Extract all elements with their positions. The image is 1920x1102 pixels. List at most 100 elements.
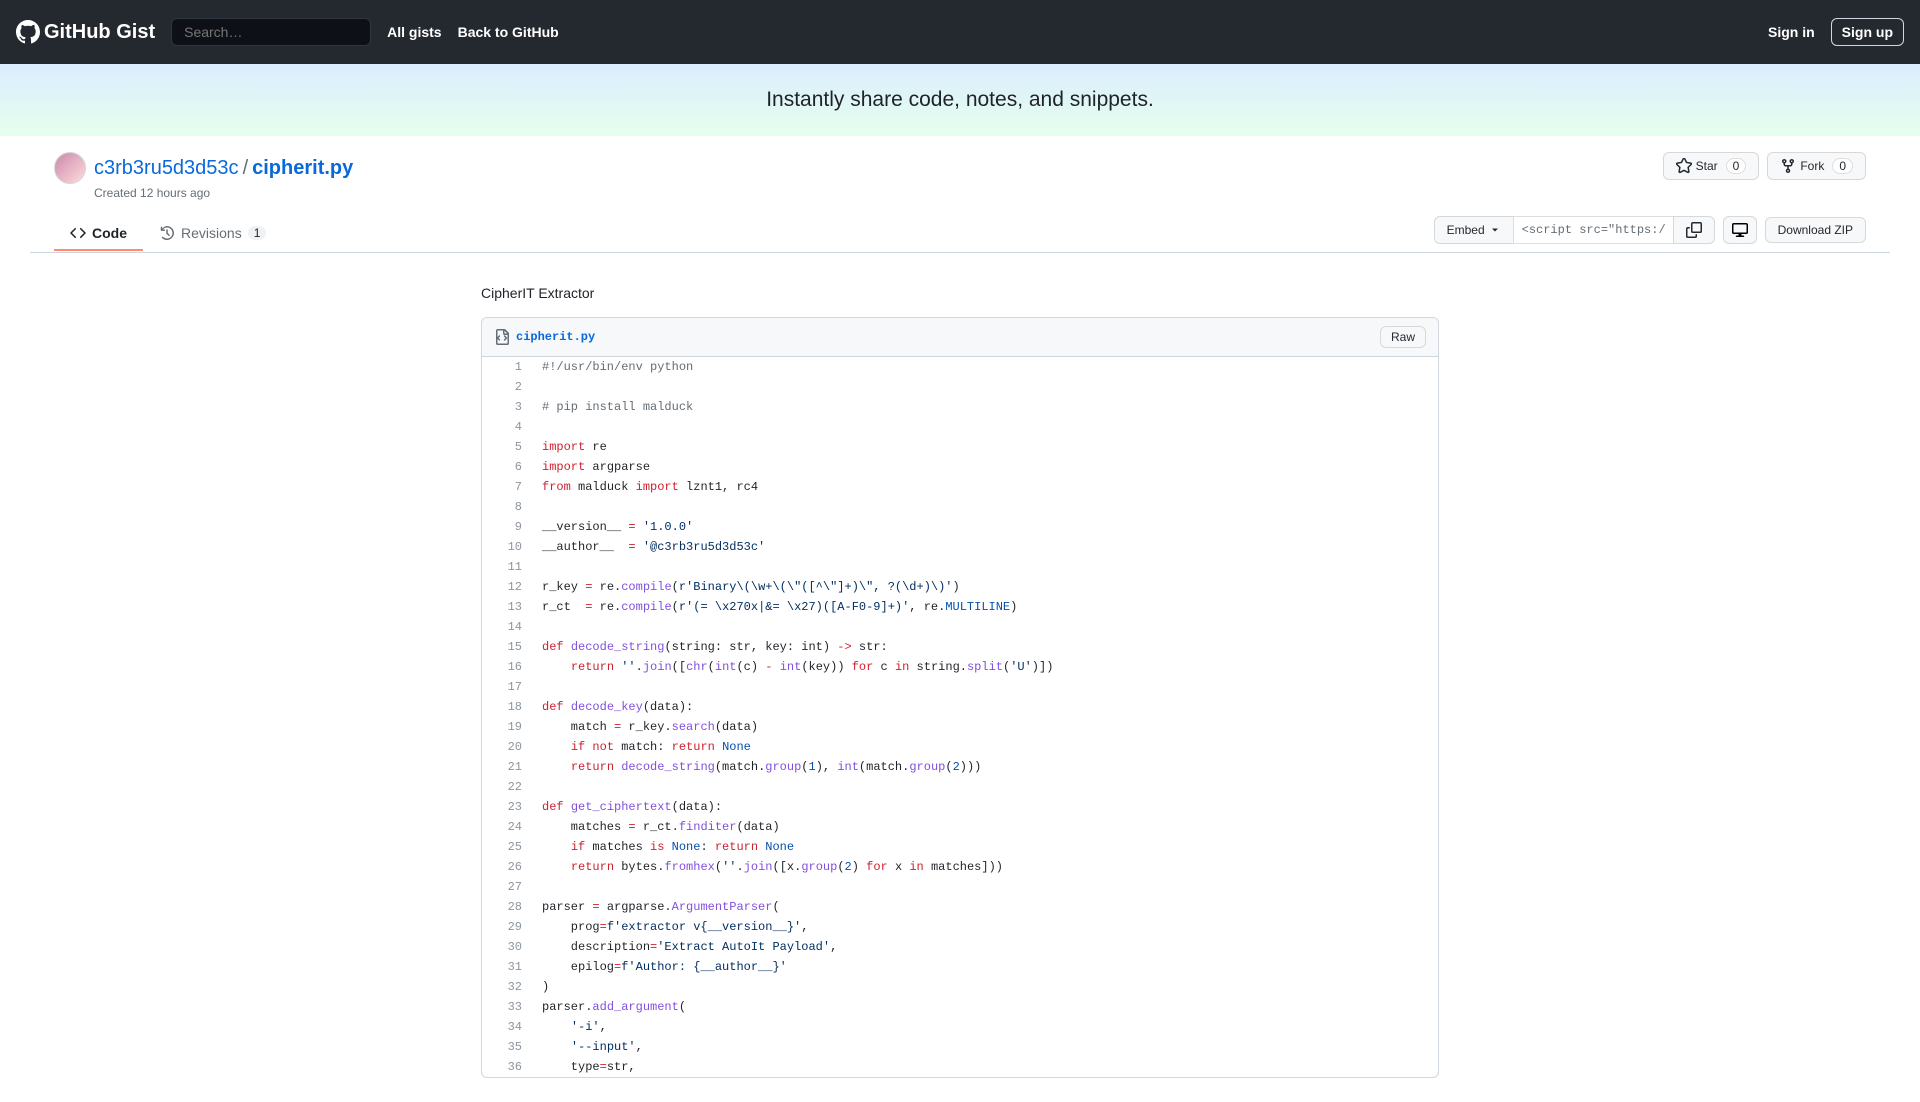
line-content: parser.add_argument(: [532, 997, 1438, 1017]
line-number[interactable]: 21: [482, 757, 532, 777]
search-input[interactable]: [171, 18, 371, 46]
line-number[interactable]: 16: [482, 657, 532, 677]
copy-icon: [1686, 222, 1702, 238]
line-content: def decode_string(string: str, key: int)…: [532, 637, 1438, 657]
line-number[interactable]: 3: [482, 397, 532, 417]
line-number[interactable]: 13: [482, 597, 532, 617]
line-number[interactable]: 18: [482, 697, 532, 717]
line-number[interactable]: 1: [482, 357, 532, 377]
code-line: 16 return ''.join([chr(int(c) - int(key)…: [482, 657, 1438, 677]
download-zip-button[interactable]: Download ZIP: [1765, 217, 1866, 243]
line-content: from malduck import lznt1, rc4: [532, 477, 1438, 497]
code-line: 15def decode_string(string: str, key: in…: [482, 637, 1438, 657]
file-name-link[interactable]: cipherit.py: [516, 330, 595, 344]
line-number[interactable]: 26: [482, 857, 532, 877]
line-number[interactable]: 8: [482, 497, 532, 517]
line-number[interactable]: 9: [482, 517, 532, 537]
line-number[interactable]: 4: [482, 417, 532, 437]
embed-dropdown[interactable]: Embed: [1434, 216, 1513, 244]
code-line: 32): [482, 977, 1438, 997]
line-number[interactable]: 15: [482, 637, 532, 657]
line-number[interactable]: 35: [482, 1037, 532, 1057]
star-count: 0: [1726, 158, 1747, 174]
line-number[interactable]: 19: [482, 717, 532, 737]
line-number[interactable]: 23: [482, 797, 532, 817]
line-number[interactable]: 30: [482, 937, 532, 957]
line-number[interactable]: 17: [482, 677, 532, 697]
line-content: '--input',: [532, 1037, 1438, 1057]
line-number[interactable]: 28: [482, 897, 532, 917]
desktop-icon: [1732, 222, 1748, 238]
created-timestamp: Created 12 hours ago: [94, 186, 353, 200]
line-content: r_key = re.compile(r'Binary\(\w+\(\"([^\…: [532, 577, 1438, 597]
code-line: 17: [482, 677, 1438, 697]
line-content: if matches is None: return None: [532, 837, 1438, 857]
line-number[interactable]: 5: [482, 437, 532, 457]
sign-up-button[interactable]: Sign up: [1831, 18, 1904, 46]
line-number[interactable]: 11: [482, 557, 532, 577]
line-number[interactable]: 32: [482, 977, 532, 997]
tab-code[interactable]: Code: [54, 217, 143, 251]
tab-revisions[interactable]: Revisions 1: [143, 217, 282, 251]
code-table: 1#!/usr/bin/env python2 3# pip install m…: [482, 357, 1438, 1077]
line-number[interactable]: 31: [482, 957, 532, 977]
line-content: epilog=f'Author: {__author__}': [532, 957, 1438, 977]
line-number[interactable]: 36: [482, 1057, 532, 1077]
avatar[interactable]: [54, 152, 86, 184]
line-number[interactable]: 7: [482, 477, 532, 497]
line-number[interactable]: 14: [482, 617, 532, 637]
line-number[interactable]: 24: [482, 817, 532, 837]
gist-name-link[interactable]: cipherit.py: [252, 157, 353, 179]
code-line: 25 if matches is None: return None: [482, 837, 1438, 857]
code-line: 12r_key = re.compile(r'Binary\(\w+\(\"([…: [482, 577, 1438, 597]
star-button[interactable]: Star 0: [1663, 152, 1760, 180]
line-number[interactable]: 10: [482, 537, 532, 557]
line-content: [532, 497, 1438, 517]
line-number[interactable]: 34: [482, 1017, 532, 1037]
line-number[interactable]: 12: [482, 577, 532, 597]
fork-button[interactable]: Fork 0: [1767, 152, 1866, 180]
owner-link[interactable]: c3rb3ru5d3d53c: [94, 157, 239, 179]
code-line: 26 return bytes.fromhex(''.join([x.group…: [482, 857, 1438, 877]
line-number[interactable]: 27: [482, 877, 532, 897]
line-number[interactable]: 25: [482, 837, 532, 857]
desktop-button[interactable]: [1723, 216, 1757, 244]
line-content: [532, 377, 1438, 397]
line-number[interactable]: 33: [482, 997, 532, 1017]
code-line: 33parser.add_argument(: [482, 997, 1438, 1017]
nav-all-gists[interactable]: All gists: [387, 24, 441, 40]
code-icon: [70, 225, 86, 241]
code-line: 4: [482, 417, 1438, 437]
line-number[interactable]: 2: [482, 377, 532, 397]
code-line: 19 match = r_key.search(data): [482, 717, 1438, 737]
file-code-icon: [494, 329, 510, 345]
line-content: type=str,: [532, 1057, 1438, 1077]
sign-in-link[interactable]: Sign in: [1768, 24, 1815, 40]
line-number[interactable]: 29: [482, 917, 532, 937]
copy-url-button[interactable]: [1673, 216, 1715, 244]
line-content: return ''.join([chr(int(c) - int(key)) f…: [532, 657, 1438, 677]
code-line: 35 '--input',: [482, 1037, 1438, 1057]
line-number[interactable]: 20: [482, 737, 532, 757]
code-line: 24 matches = r_ct.finditer(data): [482, 817, 1438, 837]
line-content: def get_ciphertext(data):: [532, 797, 1438, 817]
line-content: __version__ = '1.0.0': [532, 517, 1438, 537]
line-content: prog=f'extractor v{__version__}',: [532, 917, 1438, 937]
star-label: Star: [1696, 159, 1718, 173]
code-line: 22: [482, 777, 1438, 797]
history-icon: [159, 225, 175, 241]
raw-button[interactable]: Raw: [1380, 326, 1426, 348]
line-number[interactable]: 22: [482, 777, 532, 797]
code-line: 2: [482, 377, 1438, 397]
nav-back-to-github[interactable]: Back to GitHub: [458, 24, 559, 40]
gist-logo[interactable]: GitHub Gist: [16, 20, 155, 44]
line-content: [532, 677, 1438, 697]
code-line: 29 prog=f'extractor v{__version__}',: [482, 917, 1438, 937]
revisions-count: 1: [248, 226, 267, 240]
line-number[interactable]: 6: [482, 457, 532, 477]
line-content: r_ct = re.compile(r'(= \x270x|&= \x27)([…: [532, 597, 1438, 617]
embed-url-input[interactable]: [1513, 216, 1673, 244]
line-content: __author__ = '@c3rb3ru5d3d53c': [532, 537, 1438, 557]
file-header: cipherit.py Raw: [482, 318, 1438, 357]
fork-label: Fork: [1800, 159, 1824, 173]
